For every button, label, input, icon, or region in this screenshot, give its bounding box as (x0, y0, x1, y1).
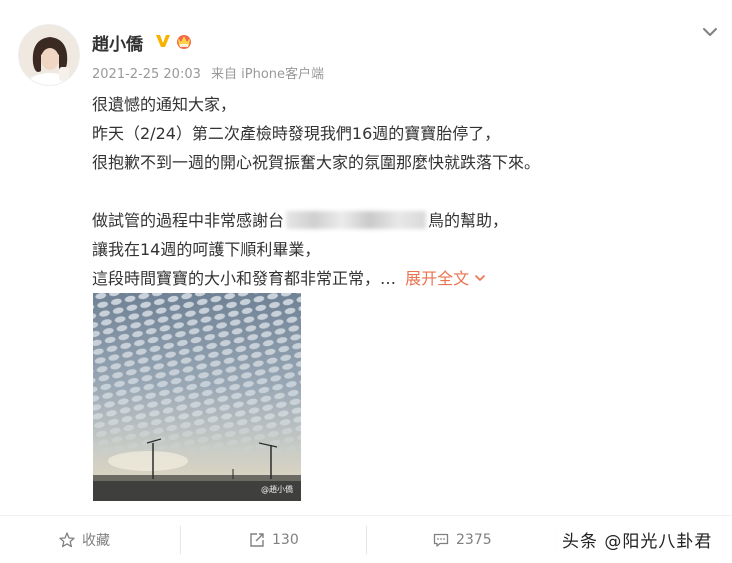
author-name[interactable]: 趙小僑 (92, 30, 143, 55)
post-timestamp[interactable]: 2021-2-25 20:03 (92, 67, 201, 82)
avatar[interactable] (18, 24, 80, 86)
post-source: 来自 iPhone客户端 (211, 67, 325, 82)
post-text: 很遺憾的通知大家， 昨天（2/24）第二次產檢時發現我們16週的寶寶胎停了， 很… (92, 90, 712, 293)
favorite-button[interactable]: 收藏 (58, 526, 110, 554)
post-line: 很遺憾的通知大家， (92, 95, 237, 114)
expand-label: 展开全文 (405, 269, 470, 288)
divider (366, 526, 367, 554)
post-image[interactable]: @趙小僑 (93, 293, 301, 501)
toutiao-watermark: 头条 @阳光八卦君 (556, 524, 719, 554)
chevron-down-icon (475, 275, 485, 281)
divider (180, 526, 181, 554)
post-line: 讓我在14週的呵護下順利畢業， (92, 240, 321, 259)
post-meta: 2021-2-25 20:03 来自 iPhone客户端 (92, 63, 324, 82)
post-line-text: 這段時間寶寶的大小和發育都非常正常，… (92, 269, 397, 288)
post-line: 昨天（2/24）第二次產檢時發現我們16週的寶寶胎停了， (92, 124, 501, 143)
avatar-image (19, 25, 79, 85)
comment-button[interactable]: 2375 (432, 526, 492, 554)
post-line: 很抱歉不到一週的開心祝賀振奮大家的氛圍那麼快就跌落下來。 (92, 153, 541, 172)
sky-photo (93, 293, 301, 501)
post-line-suffix: 鳥的幫助， (428, 211, 509, 230)
image-watermark: @趙小僑 (261, 485, 293, 494)
comment-icon (433, 533, 449, 547)
expand-full-text-link[interactable]: 展开全文 (405, 269, 487, 288)
post-line: 這段時間寶寶的大小和發育都非常正常，… 展开全文 (92, 264, 712, 293)
repost-count: 130 (272, 532, 299, 548)
repost-icon (250, 533, 264, 547)
repost-button[interactable]: 130 (248, 526, 299, 554)
blurred-redaction (286, 211, 427, 229)
post-line-prefix: 做試管的過程中非常感謝台 (92, 211, 285, 230)
comment-count: 2375 (456, 532, 492, 548)
post-line: 做試管的過程中非常感謝台 鳥的幫助， (92, 206, 712, 235)
chevron-down-icon[interactable] (700, 22, 720, 42)
favorite-label: 收藏 (82, 533, 110, 549)
verified-v-icon (156, 35, 170, 47)
star-icon (59, 532, 75, 548)
vip-crown-icon[interactable] (173, 32, 195, 50)
